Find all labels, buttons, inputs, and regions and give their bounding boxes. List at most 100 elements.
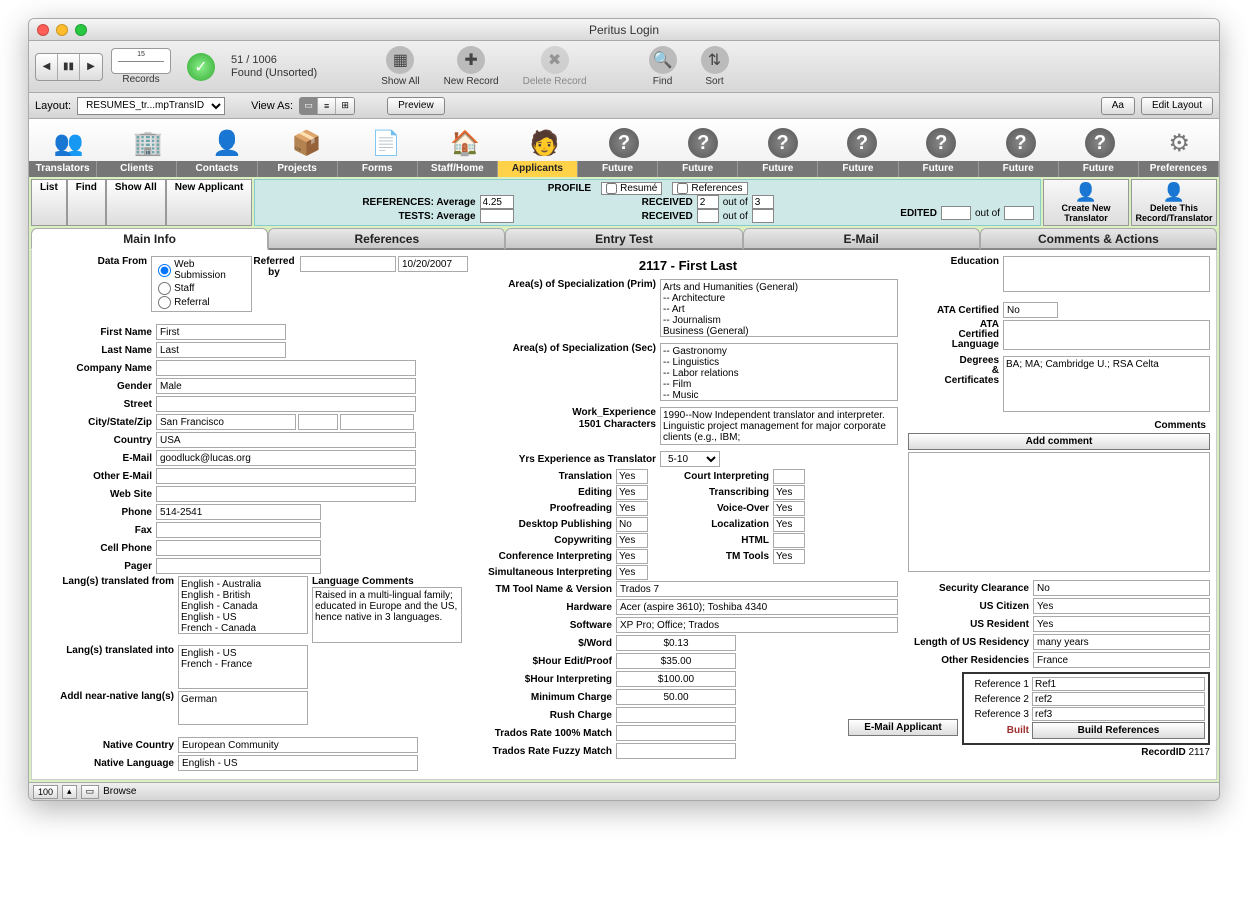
referred-date-field[interactable] [398,256,468,272]
degrees-field[interactable]: BA; MA; Cambridge U.; RSA Celta [1003,356,1210,412]
maintab-main-info[interactable]: Main Info [31,228,268,250]
zoom-window[interactable] [75,24,87,36]
nav-future[interactable]: ? [981,119,1060,161]
spec-primary-list[interactable]: Arts and Humanities (General) -- Archite… [660,279,898,337]
datafrom-staff[interactable]: Staff [158,282,245,295]
gender-field[interactable] [156,378,416,394]
localization-field[interactable] [773,517,805,532]
copywriting-field[interactable] [616,533,648,548]
ata-language-field[interactable] [1003,320,1210,350]
lang-to-list[interactable]: English - US French - France [178,645,308,689]
tab-projects[interactable]: Projects [258,161,338,177]
yrs-experience-select[interactable]: 5-10 [660,451,720,467]
nav-clients[interactable]: 🏢 [108,119,187,161]
rush-charge-field[interactable] [616,707,736,723]
lang-comments-field[interactable]: Raised in a multi-lingual family; educat… [312,587,462,643]
proofreading-field[interactable] [616,501,648,516]
nav-projects[interactable]: 📦 [267,119,346,161]
min-charge-field[interactable] [616,689,736,705]
next-record-icon[interactable]: ▶ [80,54,102,80]
format-button[interactable]: Aa [1101,97,1135,115]
length-residency-field[interactable] [1033,634,1210,650]
showall-button-2[interactable]: Show All [106,179,166,226]
resume-checkbox[interactable]: Resumé [601,182,662,195]
tab-forms[interactable]: Forms [338,161,418,177]
us-resident-field[interactable] [1033,616,1210,632]
education-field[interactable] [1003,256,1210,292]
show-all-button[interactable]: ▦ Show All [373,46,427,87]
datafrom-radios[interactable]: Web SubmissionStaffReferral [151,256,252,312]
tab-future[interactable]: Future [899,161,979,177]
other-email-field[interactable] [156,468,416,484]
preview-button[interactable]: Preview [387,97,445,115]
referred-by-field[interactable] [300,256,396,272]
view-table-icon[interactable]: ⊞ [336,98,354,114]
nav-future[interactable]: ? [743,119,822,161]
create-translator-button[interactable]: 👤 Create New Translator [1043,179,1129,226]
zip-field[interactable] [340,414,414,430]
rate-word-field[interactable] [616,635,736,651]
tmtools-field[interactable] [773,549,805,564]
tab-future[interactable]: Future [658,161,738,177]
comments-list[interactable] [908,452,1210,572]
record-slider[interactable]: 15 [111,48,171,74]
tab-future[interactable]: Future [818,161,898,177]
lang-from-list[interactable]: English - Australia English - British En… [178,576,308,634]
native-country-field[interactable] [178,737,418,753]
edited-field[interactable] [941,206,971,220]
ata-certified-field[interactable] [1003,302,1058,318]
new-record-button[interactable]: ✚ New Record [436,46,507,87]
reference1-field[interactable] [1032,677,1205,691]
tab-applicants[interactable]: Applicants [498,161,578,177]
tab-future[interactable]: Future [1059,161,1139,177]
voiceover-field[interactable] [773,501,805,516]
tab-contacts[interactable]: Contacts [177,161,257,177]
fax-field[interactable] [156,522,321,538]
references-checkbox[interactable]: References [672,182,747,195]
maintab-e-mail[interactable]: E-Mail [743,228,980,250]
native-language-field[interactable] [178,755,418,771]
transcribing-field[interactable] [773,485,805,500]
tm-tool-name-field[interactable] [616,581,898,597]
trados-100-field[interactable] [616,725,736,741]
status-icon-1[interactable]: ▴ [62,785,77,799]
view-list-icon[interactable]: ≡ [318,98,336,114]
tab-clients[interactable]: Clients [97,161,177,177]
city-field[interactable] [156,414,296,430]
tab-future[interactable]: Future [738,161,818,177]
received2-field[interactable] [697,209,719,223]
new-applicant-button[interactable]: New Applicant [166,179,253,226]
hardware-field[interactable] [616,599,898,615]
add-comment-button[interactable]: Add comment [908,433,1210,450]
us-citizen-field[interactable] [1033,598,1210,614]
editing-field[interactable] [616,485,648,500]
dtp-field[interactable] [616,517,648,532]
street-field[interactable] [156,396,416,412]
nav-contacts[interactable]: 👤 [188,119,267,161]
zoom-level[interactable]: 100 [33,785,58,799]
maintab-comments-actions[interactable]: Comments & Actions [980,228,1217,250]
delete-record-button[interactable]: ✖ Delete Record [515,46,595,87]
close-window[interactable] [37,24,49,36]
tab-staff/home[interactable]: Staff/Home [418,161,498,177]
nav-preferences[interactable]: ⚙ [1140,119,1219,161]
court-interpreting-field[interactable] [773,469,805,484]
edit-layout-button[interactable]: Edit Layout [1141,97,1213,115]
find-button-2[interactable]: Find [67,179,106,226]
phone-field[interactable] [156,504,321,520]
company-field[interactable] [156,360,416,376]
rate-edit-field[interactable] [616,653,736,669]
list-button[interactable]: List [31,179,67,226]
work-experience-field[interactable]: 1990--Now Independent translator and int… [660,407,898,445]
software-field[interactable] [616,617,898,633]
received1-field[interactable] [697,195,719,209]
security-clearance-field[interactable] [1033,580,1210,596]
view-form-icon[interactable]: ▭ [300,98,318,114]
conf-interpreting-field[interactable] [616,549,648,564]
rate-interpret-field[interactable] [616,671,736,687]
sim-interpreting-field[interactable] [616,565,648,580]
nav-future[interactable]: ? [584,119,663,161]
maintab-entry-test[interactable]: Entry Test [505,228,742,250]
other-residencies-field[interactable] [1033,652,1210,668]
trados-fuzzy-field[interactable] [616,743,736,759]
